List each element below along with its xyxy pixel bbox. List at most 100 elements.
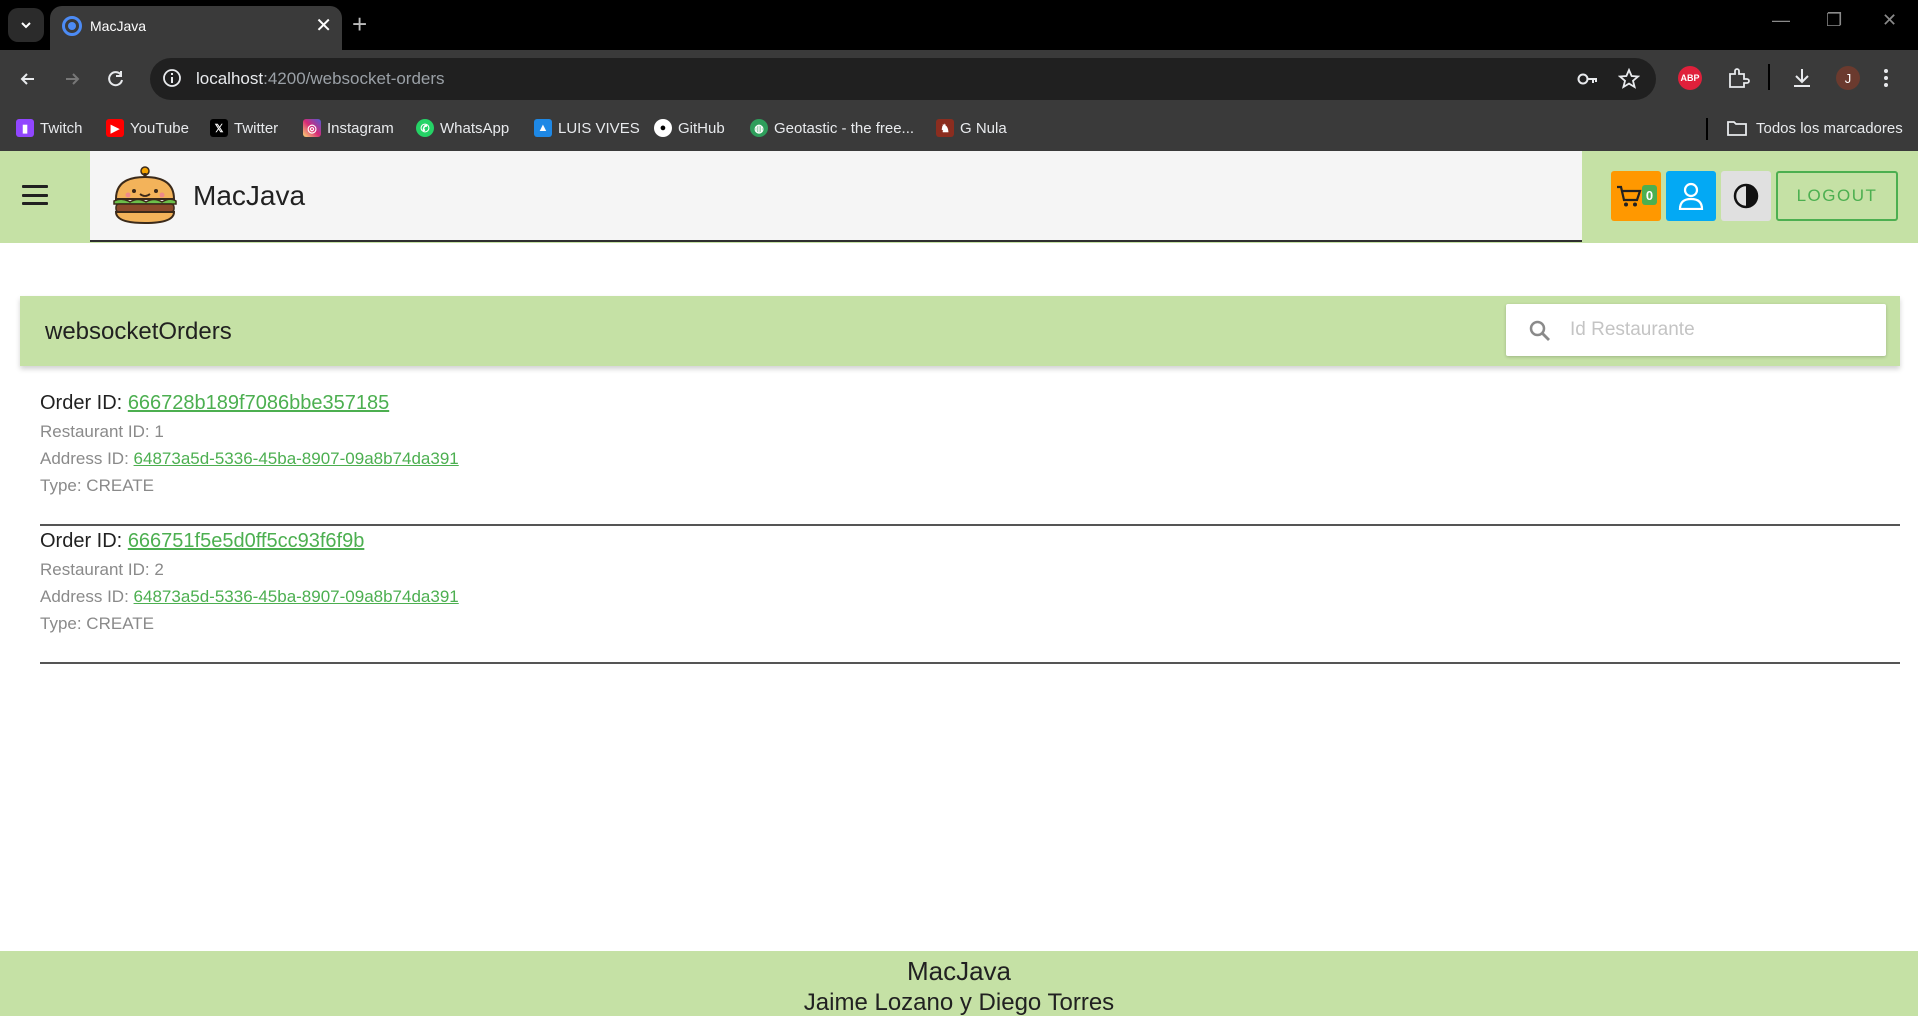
orders-list: Order ID: 666728b189f7086bbe357185 Resta…: [40, 388, 1900, 664]
tab-search-button[interactable]: [8, 8, 44, 42]
browser-toolbar: localhost:4200/websocket-orders ABP J: [0, 50, 1918, 108]
order-id-label: Order ID:: [40, 530, 123, 552]
brand-panel: MacJava: [90, 151, 1582, 242]
profile-button[interactable]: [1666, 171, 1716, 221]
restaurant-id-input[interactable]: [1570, 312, 1870, 348]
browser-menu-icon[interactable]: [1882, 66, 1890, 95]
bookmark-twitch[interactable]: ▮ Twitch: [16, 119, 83, 137]
adblock-plus-icon[interactable]: ABP: [1678, 66, 1702, 90]
chevron-down-icon: [21, 22, 31, 29]
bookmark-label: LUIS VIVES: [558, 119, 640, 137]
brand-title[interactable]: MacJava: [193, 180, 305, 212]
forward-button[interactable]: [56, 63, 88, 95]
address-id-line: Address ID: 64873a5d-5336-45ba-8907-09a8…: [40, 449, 459, 469]
order-id-link[interactable]: 666751f5e5d0ff5cc93f6f9b: [128, 530, 365, 552]
twitch-icon: ▮: [16, 119, 34, 137]
window-close-icon[interactable]: ✕: [1882, 10, 1897, 31]
bookmark-label: Instagram: [327, 119, 394, 137]
footer-title: MacJava: [906, 956, 1012, 986]
bookmark-label: Twitch: [40, 119, 83, 137]
tab-close-icon[interactable]: ✕: [315, 14, 332, 38]
bookmark-label: WhatsApp: [440, 119, 510, 137]
browser-tab-active[interactable]: MacJava ✕: [50, 6, 342, 50]
order-id-link[interactable]: 666728b189f7086bbe357185: [128, 392, 389, 414]
graduation-cap-icon: ▲: [534, 119, 552, 137]
profile-avatar[interactable]: J: [1836, 66, 1860, 90]
user-icon: [1678, 182, 1704, 210]
toolbar-divider: [1768, 64, 1770, 90]
address-id-line: Address ID: 64873a5d-5336-45ba-8907-09a8…: [40, 587, 459, 607]
cart-button[interactable]: 0: [1611, 171, 1661, 221]
arrow-left-icon: [20, 73, 34, 85]
back-button[interactable]: [12, 63, 44, 95]
order-id-line: Order ID: 666751f5e5d0ff5cc93f6f9b: [40, 530, 364, 553]
orders-toolbar: websocketOrders: [20, 296, 1900, 366]
page-title: websocketOrders: [45, 318, 232, 345]
new-tab-icon[interactable]: +: [352, 9, 367, 39]
minimize-icon[interactable]: —: [1772, 10, 1790, 31]
order-type-text: Type: CREATE: [40, 476, 154, 495]
instagram-icon: ◎: [303, 119, 321, 137]
address-id-link[interactable]: 64873a5d-5336-45ba-8907-09a8b74da391: [134, 449, 459, 468]
order-id-label: Order ID:: [40, 392, 123, 414]
search-icon: [1528, 319, 1552, 348]
chrome-favicon-icon: [62, 16, 82, 36]
bookmark-gnula[interactable]: ♞ G Nula: [936, 119, 1007, 137]
menu-icon[interactable]: [22, 185, 48, 205]
bookmark-label: Twitter: [234, 119, 279, 137]
whatsapp-icon: ✆: [416, 119, 434, 137]
page-footer: MacJava Jaime Lozano y Diego Torres: [0, 951, 1918, 1016]
bookmark-twitter[interactable]: 𝕏 Twitter: [210, 119, 278, 137]
order-type-text: Type: CREATE: [40, 614, 154, 633]
address-id-link[interactable]: 64873a5d-5336-45ba-8907-09a8b74da391: [134, 587, 459, 606]
gnula-icon: ♞: [936, 119, 954, 137]
reload-button[interactable]: [100, 63, 132, 95]
reload-icon: [108, 71, 123, 87]
bookmark-label: YouTube: [130, 119, 189, 137]
all-bookmarks-label: Todos los marcadores: [1756, 119, 1903, 137]
restaurant-id-text: Restaurant ID: 2: [40, 560, 164, 579]
restaurant-id-text: Restaurant ID: 1: [40, 422, 164, 441]
bookmark-label: GitHub: [678, 119, 725, 137]
url-text: localhost:4200/websocket-orders: [196, 69, 445, 89]
bookmarks-divider: [1706, 118, 1708, 140]
bookmark-whatsapp[interactable]: ✆ WhatsApp: [416, 119, 509, 137]
restore-icon[interactable]: ❐: [1826, 10, 1842, 31]
url-path: :4200/websocket-orders: [263, 69, 445, 88]
logout-button[interactable]: LOGOUT: [1776, 171, 1898, 221]
burger-logo-icon: [113, 166, 177, 225]
bookmark-youtube[interactable]: ▶ YouTube: [106, 119, 189, 137]
contrast-icon: [1733, 183, 1759, 209]
youtube-icon: ▶: [106, 119, 124, 137]
bookmark-luis-vives[interactable]: ▲ LUIS VIVES: [534, 119, 640, 137]
globe-icon: ◍: [750, 119, 768, 137]
order-item: Order ID: 666751f5e5d0ff5cc93f6f9b Resta…: [40, 526, 1900, 664]
address-id-label: Address ID:: [40, 449, 129, 468]
bookmarks-bar: ▮ Twitch ▶ YouTube 𝕏 Twitter ◎ Instagram…: [0, 108, 1918, 151]
bookmark-label: G Nula: [960, 119, 1007, 137]
theme-toggle-button[interactable]: [1721, 171, 1771, 221]
bookmark-star-icon[interactable]: [1617, 67, 1641, 95]
x-icon: 𝕏: [210, 119, 228, 137]
github-icon: ●: [654, 119, 672, 137]
arrow-right-icon: [66, 73, 80, 85]
bookmark-label: Geotastic - the free...: [774, 119, 915, 137]
bookmark-instagram[interactable]: ◎ Instagram: [303, 119, 394, 137]
extensions-puzzle-icon[interactable]: [1726, 66, 1750, 95]
order-item: Order ID: 666728b189f7086bbe357185 Resta…: [40, 388, 1900, 526]
address-id-label: Address ID:: [40, 587, 129, 606]
url-host: localhost: [196, 69, 264, 88]
cart-icon: [1617, 185, 1642, 207]
all-bookmarks-folder[interactable]: Todos los marcadores: [1726, 119, 1903, 137]
order-id-line: Order ID: 666728b189f7086bbe357185: [40, 392, 389, 415]
bookmark-github[interactable]: ● GitHub: [654, 119, 725, 137]
address-bar[interactable]: localhost:4200/websocket-orders: [150, 58, 1656, 100]
bookmark-geotastic[interactable]: ◍ Geotastic - the free...: [750, 119, 914, 137]
downloads-icon[interactable]: [1790, 66, 1814, 95]
browser-tabstrip: MacJava ✕ + — ❐ ✕: [0, 0, 1918, 50]
site-info-icon[interactable]: [162, 68, 182, 93]
cart-count-badge: 0: [1642, 185, 1657, 205]
folder-icon: [1727, 121, 1747, 136]
password-key-icon[interactable]: [1576, 68, 1600, 95]
footer-authors: Jaime Lozano y Diego Torres: [803, 989, 1115, 1016]
